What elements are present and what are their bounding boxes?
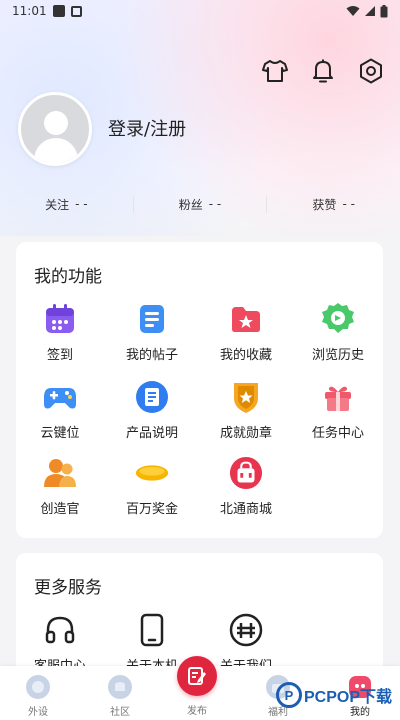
- shop-icon: [229, 456, 263, 490]
- function-my-favorites[interactable]: 我的收藏: [206, 302, 286, 363]
- section-title: 我的功能: [34, 267, 102, 287]
- avatar-head: [44, 111, 68, 135]
- stat-label: 粉丝: [178, 197, 203, 212]
- watermark-logo: P PCPOP下载: [276, 682, 392, 708]
- edit-icon: [188, 667, 206, 685]
- section-title: 更多服务: [34, 578, 102, 598]
- stat-value: - -: [342, 197, 355, 211]
- post-icon: [135, 302, 169, 336]
- function-checkin[interactable]: 签到: [20, 302, 100, 363]
- function-creator[interactable]: 创造官: [20, 456, 100, 517]
- calendar-icon: [43, 302, 77, 336]
- tshirt-icon[interactable]: [262, 58, 288, 84]
- publish-button[interactable]: [177, 656, 217, 696]
- tab-label: 外设: [28, 707, 48, 718]
- login-register-link[interactable]: 登录/注册: [108, 115, 186, 141]
- wifi-icon: [346, 6, 360, 16]
- notification-icon: [52, 5, 65, 17]
- stat-value: - -: [208, 197, 222, 211]
- watermark-text: PCPOP下载: [304, 689, 393, 706]
- function-label: 云键位: [40, 426, 80, 441]
- favorite-folder-icon: [229, 302, 263, 336]
- function-label: 百万奖金: [125, 502, 178, 517]
- stat-likes[interactable]: 获赞 - -: [266, 195, 400, 213]
- tab-community[interactable]: 社区: [90, 674, 150, 718]
- avatar-body: [34, 138, 78, 163]
- stat-label: 获赞: [312, 197, 337, 212]
- stat-label: 关注: [45, 197, 70, 212]
- function-label: 任务中心: [311, 426, 364, 441]
- headphones-icon: [43, 613, 77, 647]
- service-customer-center[interactable]: 客服中心: [20, 613, 100, 674]
- tab-label: 社区: [110, 707, 130, 718]
- watermark-p-icon: P: [276, 682, 302, 708]
- tab-peripherals[interactable]: 外设: [8, 674, 68, 718]
- status-bar: 11:01: [0, 0, 400, 22]
- function-label: 我的收藏: [219, 348, 272, 363]
- stat-value: - -: [75, 197, 88, 211]
- publish-label: 发布: [187, 706, 207, 717]
- creator-icon: [43, 456, 77, 490]
- history-icon: [321, 302, 355, 336]
- function-label: 成就勋章: [219, 426, 272, 441]
- profile-stats: 关注 - - 粉丝 - - 获赞 - -: [0, 192, 400, 216]
- status-time: 11:01: [12, 4, 47, 18]
- function-million-bonus[interactable]: 百万奖金: [112, 456, 192, 517]
- stat-following[interactable]: 关注 - -: [0, 196, 133, 213]
- function-product-manual[interactable]: 产品说明: [112, 380, 192, 441]
- service-about-us[interactable]: 关于我们: [206, 613, 286, 674]
- function-my-posts[interactable]: 我的帖子: [112, 302, 192, 363]
- phone-icon: [135, 613, 169, 647]
- bonus-icon: [135, 456, 169, 490]
- my-functions-card: 我的功能 签到 我的帖子 我的收藏 浏览历史 云键位 产品说明 成就勋章 任务中…: [16, 242, 383, 538]
- function-label: 浏览历史: [311, 348, 364, 363]
- battery-icon: [380, 4, 388, 17]
- function-beitong-shop[interactable]: 北通商城: [206, 456, 286, 517]
- function-label: 产品说明: [125, 426, 178, 441]
- gamepad-icon: [43, 380, 77, 414]
- signal-icon: [365, 6, 375, 16]
- gift-icon: [321, 380, 355, 414]
- community-tab-icon: [108, 675, 132, 699]
- function-label: 北通商城: [219, 502, 272, 517]
- medal-icon: [229, 380, 263, 414]
- function-achievements[interactable]: 成就勋章: [206, 380, 286, 441]
- document-icon: [135, 380, 169, 414]
- header-actions: [262, 58, 384, 84]
- about-icon: [229, 613, 263, 647]
- stat-followers[interactable]: 粉丝 - -: [132, 195, 267, 213]
- function-task-center[interactable]: 任务中心: [298, 380, 378, 441]
- function-label: 我的帖子: [125, 348, 178, 363]
- notification-icon: [70, 5, 82, 17]
- avatar[interactable]: [18, 92, 92, 166]
- function-history[interactable]: 浏览历史: [298, 302, 378, 363]
- function-cloud-keymap[interactable]: 云键位: [20, 380, 100, 441]
- bell-icon[interactable]: [310, 58, 336, 84]
- gamepad-tab-icon: [26, 675, 50, 699]
- function-label: 签到: [46, 348, 73, 363]
- function-label: 创造官: [40, 502, 80, 517]
- settings-icon[interactable]: [358, 58, 384, 84]
